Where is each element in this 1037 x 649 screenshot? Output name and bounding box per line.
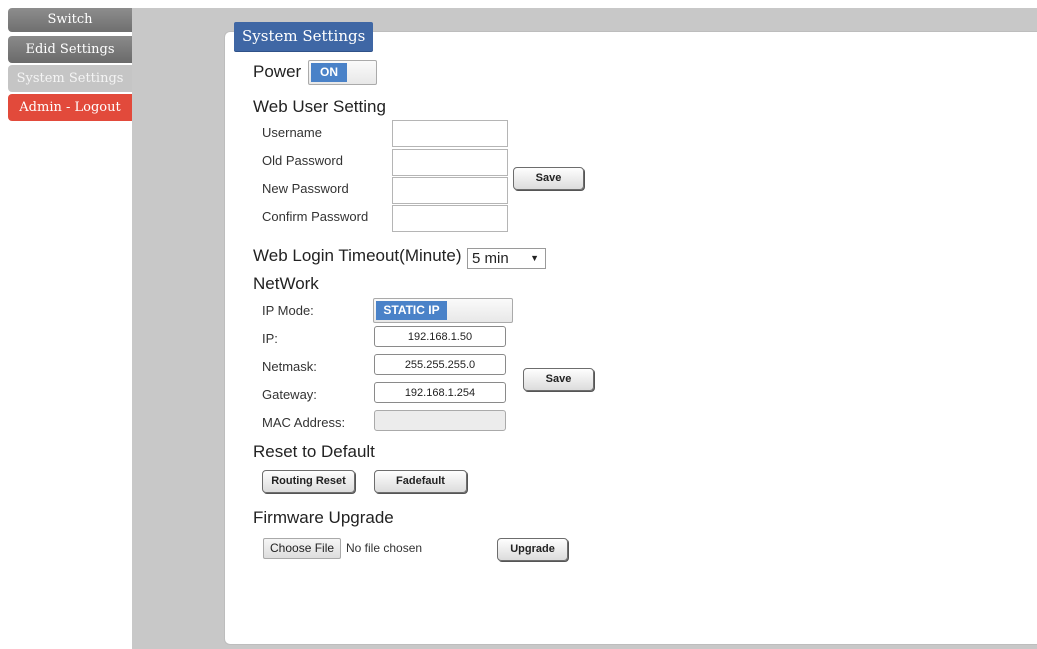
no-file-chosen-text: No file chosen bbox=[346, 541, 423, 555]
old-password-label: Old Password bbox=[262, 153, 343, 168]
username-input[interactable] bbox=[392, 120, 508, 147]
power-toggle-on: ON bbox=[311, 63, 347, 82]
ip-input[interactable] bbox=[374, 326, 506, 347]
confirm-password-input[interactable] bbox=[392, 205, 508, 232]
mac-address-input bbox=[374, 410, 506, 431]
username-label: Username bbox=[262, 125, 322, 140]
gateway-input[interactable] bbox=[374, 382, 506, 403]
sidebar-item-edid-settings[interactable]: Edid Settings bbox=[8, 36, 132, 63]
fadefault-button[interactable]: Fadefault bbox=[374, 470, 467, 493]
sidebar-item-switch[interactable]: Switch bbox=[8, 8, 132, 32]
ip-mode-label: IP Mode: bbox=[262, 303, 314, 318]
sidebar: Switch Edid Settings System Settings Adm… bbox=[0, 0, 132, 649]
chevron-down-icon: ▼ bbox=[530, 253, 539, 263]
ip-label: IP: bbox=[262, 331, 278, 346]
web-user-save-button[interactable]: Save bbox=[513, 167, 584, 190]
firmware-heading: Firmware Upgrade bbox=[253, 508, 394, 527]
ip-mode-toggle[interactable]: STATIC IP bbox=[373, 298, 513, 323]
network-save-button[interactable]: Save bbox=[523, 368, 594, 391]
netmask-label: Netmask: bbox=[262, 359, 317, 374]
gateway-label: Gateway: bbox=[262, 387, 317, 402]
power-toggle[interactable]: ON bbox=[308, 60, 377, 85]
old-password-input[interactable] bbox=[392, 149, 508, 176]
new-password-input[interactable] bbox=[392, 177, 508, 204]
sidebar-item-system-settings[interactable]: System Settings bbox=[8, 65, 132, 92]
choose-file-button[interactable]: Choose File bbox=[263, 538, 342, 559]
panel-title: System Settings bbox=[234, 22, 374, 51]
timeout-select-value: 5 min bbox=[472, 250, 509, 267]
upgrade-button[interactable]: Upgrade bbox=[497, 538, 568, 561]
netmask-input[interactable] bbox=[374, 354, 506, 375]
mac-address-label: MAC Address: bbox=[262, 415, 346, 430]
timeout-select[interactable]: 5 min ▼ bbox=[467, 248, 546, 269]
new-password-label: New Password bbox=[262, 181, 349, 196]
reset-heading: Reset to Default bbox=[253, 442, 375, 461]
power-label: Power bbox=[253, 62, 302, 81]
web-user-heading: Web User Setting bbox=[253, 97, 386, 116]
ip-mode-toggle-on: STATIC IP bbox=[376, 301, 447, 320]
routing-reset-button[interactable]: Routing Reset bbox=[262, 470, 355, 493]
sidebar-item-admin-logout[interactable]: Admin - Logout bbox=[8, 94, 132, 121]
network-heading: NetWork bbox=[253, 274, 319, 293]
confirm-password-label: Confirm Password bbox=[262, 209, 369, 224]
timeout-label: Web Login Timeout(Minute) bbox=[253, 246, 462, 265]
